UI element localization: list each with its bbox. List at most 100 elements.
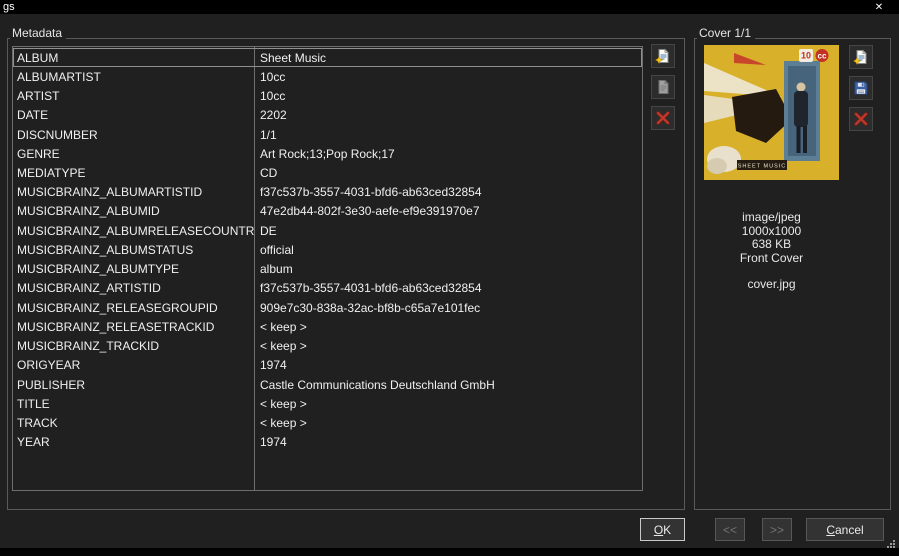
delete-x-icon bbox=[656, 111, 670, 125]
cancel-button[interactable]: Cancel bbox=[806, 518, 884, 541]
cover-group-label: Cover 1/1 bbox=[697, 26, 756, 41]
metadata-group-label: Metadata bbox=[10, 26, 67, 41]
metadata-field-name: MUSICBRAINZ_ALBUMTYPE bbox=[17, 262, 180, 277]
album-cover-image[interactable]: 10 cc SHEET MUSIC bbox=[704, 45, 839, 180]
next-button[interactable]: >> bbox=[762, 518, 792, 541]
metadata-field-value: DE bbox=[260, 223, 277, 238]
metadata-field-value: < keep > bbox=[260, 396, 307, 411]
new-file-icon bbox=[853, 49, 867, 65]
metadata-field-name: PUBLISHER bbox=[17, 377, 86, 392]
file-gray-icon bbox=[658, 79, 669, 94]
metadata-field-name: MUSICBRAINZ_ARTISTID bbox=[17, 281, 161, 296]
metadata-field-name: DATE bbox=[17, 108, 49, 123]
metadata-field-value: 1974 bbox=[260, 435, 287, 450]
cover-filename-wrap: cover.jpg bbox=[704, 277, 839, 292]
metadata-row[interactable]: MUSICBRAINZ_ALBUMID 47e2db44-802f-3e30-a… bbox=[13, 202, 642, 221]
next-button-label: >> bbox=[769, 522, 784, 537]
metadata-field-value: < keep > bbox=[260, 319, 307, 334]
cover-add-button[interactable] bbox=[849, 45, 873, 69]
metadata-row[interactable]: MUSICBRAINZ_RELEASEGROUPID 909e7c30-838a… bbox=[13, 298, 642, 317]
close-button[interactable]: ✕ bbox=[871, 0, 887, 14]
ok-button-label: OK bbox=[653, 522, 672, 537]
ok-button[interactable]: OK bbox=[640, 518, 685, 541]
new-file-icon bbox=[655, 48, 669, 64]
cover-title-text: SHEET MUSIC bbox=[738, 163, 787, 169]
metadata-field-name: ARTIST bbox=[17, 89, 60, 104]
metadata-row[interactable]: MUSICBRAINZ_ALBUMSTATUS official bbox=[13, 240, 642, 259]
metadata-field-value: 2202 bbox=[260, 108, 287, 123]
metadata-row[interactable]: ARTIST 10cc bbox=[13, 86, 642, 105]
cover-info-line: Front Cover bbox=[739, 250, 804, 265]
metadata-row[interactable]: DISCNUMBER 1/1 bbox=[13, 125, 642, 144]
metadata-copy-button[interactable] bbox=[651, 75, 675, 99]
delete-x-icon bbox=[854, 112, 868, 126]
previous-button-label: << bbox=[722, 522, 737, 537]
cancel-button-label: Cancel bbox=[826, 522, 864, 537]
metadata-row[interactable]: MUSICBRAINZ_ALBUMARTISTID f37c537b-3557-… bbox=[13, 183, 642, 202]
metadata-field-value: < keep > bbox=[260, 339, 307, 354]
metadata-row[interactable]: TRACK < keep > bbox=[13, 413, 642, 432]
cover-filename: cover.jpg bbox=[747, 277, 796, 291]
album-cover-art: 10 cc SHEET MUSIC bbox=[704, 45, 839, 180]
metadata-field-value: CD bbox=[260, 166, 278, 181]
metadata-field-name: ALBUM bbox=[17, 50, 59, 65]
metadata-field-name: MEDIATYPE bbox=[17, 166, 86, 181]
metadata-field-value: 10cc bbox=[260, 69, 286, 84]
metadata-field-name: MUSICBRAINZ_ALBUMID bbox=[17, 204, 160, 219]
close-icon: ✕ bbox=[874, 1, 884, 13]
metadata-field-value: Castle Communications Deutschland GmbH bbox=[260, 377, 495, 392]
metadata-row[interactable]: ORIGYEAR 1974 bbox=[13, 356, 642, 375]
save-floppy-icon bbox=[854, 81, 868, 95]
metadata-field-name: DISCNUMBER bbox=[17, 127, 98, 142]
metadata-table-body: ALBUM Sheet Music ALBUMARTIST 10cc ARTIS… bbox=[13, 48, 642, 452]
metadata-row[interactable]: MUSICBRAINZ_ALBUMTYPE album bbox=[13, 260, 642, 279]
cover-info-line: 1000x1000 bbox=[741, 223, 802, 238]
metadata-field-value: 47e2db44-802f-3e30-aefe-ef9e391970e7 bbox=[260, 204, 480, 219]
metadata-field-value: 10cc bbox=[260, 89, 286, 104]
resize-grip[interactable] bbox=[886, 536, 896, 548]
cover-logo-left: 10 bbox=[801, 51, 811, 61]
metadata-row[interactable]: YEAR 1974 bbox=[13, 433, 642, 452]
metadata-row[interactable]: ALBUMARTIST 10cc bbox=[13, 67, 642, 86]
metadata-row[interactable]: MEDIATYPE CD bbox=[13, 163, 642, 182]
metadata-field-value: f37c537b-3557-4031-bfd6-ab63ced32854 bbox=[260, 281, 482, 296]
metadata-delete-button[interactable] bbox=[651, 106, 675, 130]
metadata-row[interactable]: ALBUM Sheet Music bbox=[13, 48, 642, 68]
cover-logo-right: cc bbox=[818, 52, 827, 61]
metadata-field-name: MUSICBRAINZ_TRACKID bbox=[17, 339, 160, 354]
metadata-field-name: MUSICBRAINZ_ALBUMRELEASECOUNTRY bbox=[17, 223, 254, 238]
metadata-row[interactable]: MUSICBRAINZ_RELEASETRACKID < keep > bbox=[13, 317, 642, 336]
metadata-add-button[interactable] bbox=[651, 44, 675, 68]
metadata-field-value: 1/1 bbox=[260, 127, 277, 142]
metadata-field-value: 1974 bbox=[260, 358, 287, 373]
metadata-row[interactable]: MUSICBRAINZ_TRACKID < keep > bbox=[13, 337, 642, 356]
tags-dialog: gs ✕ Metadata ALBUM Sheet Music ALBUMART… bbox=[0, 0, 899, 548]
metadata-field-name: YEAR bbox=[17, 435, 50, 450]
metadata-row[interactable]: PUBLISHER Castle Communications Deutschl… bbox=[13, 375, 642, 394]
metadata-field-value: official bbox=[260, 242, 294, 257]
metadata-table[interactable]: ALBUM Sheet Music ALBUMARTIST 10cc ARTIS… bbox=[12, 46, 643, 491]
cover-delete-button[interactable] bbox=[849, 107, 873, 131]
cover-save-button[interactable] bbox=[849, 76, 873, 100]
metadata-field-value: 909e7c30-838a-32ac-bf8b-c65a7e101fec bbox=[260, 300, 481, 315]
metadata-field-name: ALBUMARTIST bbox=[17, 69, 101, 84]
cover-info-line: image/jpeg bbox=[742, 210, 801, 224]
metadata-row[interactable]: MUSICBRAINZ_ALBUMRELEASECOUNTRY DE bbox=[13, 221, 642, 240]
previous-button[interactable]: << bbox=[715, 518, 745, 541]
metadata-row[interactable]: DATE 2202 bbox=[13, 106, 642, 125]
taskbar-strip bbox=[0, 548, 899, 556]
metadata-field-name: TITLE bbox=[17, 396, 50, 411]
metadata-field-value: Art Rock;13;Pop Rock;17 bbox=[260, 146, 395, 161]
title-bar: gs ✕ bbox=[0, 0, 899, 14]
window-title: gs bbox=[3, 1, 15, 13]
metadata-field-value: Sheet Music bbox=[260, 50, 327, 65]
cover-info: image/jpeg 1000x1000 638 KB Front Cover bbox=[704, 210, 839, 265]
metadata-field-name: GENRE bbox=[17, 146, 60, 161]
metadata-field-value: < keep > bbox=[260, 416, 307, 431]
metadata-field-value: album bbox=[260, 262, 293, 277]
cover-info-line: 638 KB bbox=[751, 237, 792, 251]
metadata-field-name: MUSICBRAINZ_RELEASEGROUPID bbox=[17, 300, 218, 315]
metadata-row[interactable]: MUSICBRAINZ_ARTISTID f37c537b-3557-4031-… bbox=[13, 279, 642, 298]
metadata-row[interactable]: TITLE < keep > bbox=[13, 394, 642, 413]
metadata-row[interactable]: GENRE Art Rock;13;Pop Rock;17 bbox=[13, 144, 642, 163]
